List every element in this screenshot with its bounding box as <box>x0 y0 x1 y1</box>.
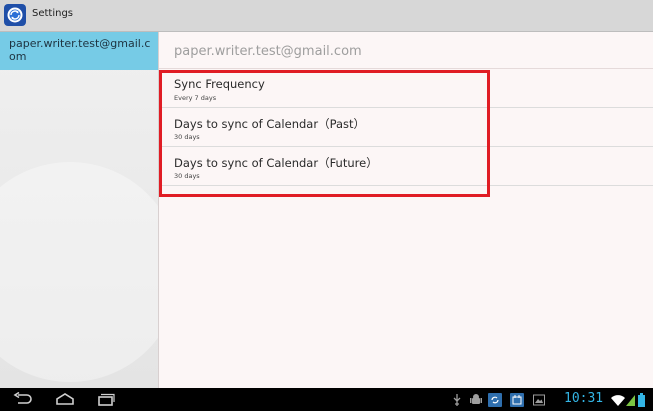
usb-icon <box>452 392 462 411</box>
account-header: paper.writer.test@gmail.com <box>174 44 362 59</box>
pref-title: Days to sync of Calendar（Past） <box>174 117 366 131</box>
pref-title: Sync Frequency <box>174 77 265 91</box>
recent-apps-icon[interactable] <box>94 392 116 407</box>
status-clock: 10:31 <box>564 391 604 406</box>
pref-calendar-past[interactable]: Days to sync of Calendar（Past） 30 days <box>159 108 653 147</box>
pref-sync-frequency[interactable]: Sync Frequency Every 7 days <box>159 69 653 108</box>
system-bar: 10:31 <box>0 388 653 411</box>
calendar-notification-icon[interactable] <box>510 392 524 411</box>
home-icon[interactable] <box>54 392 76 407</box>
signal-icon <box>626 392 636 411</box>
title-bar: Settings <box>0 0 653 32</box>
sidebar: paper.writer.test@gmail.com <box>0 32 158 388</box>
pref-summary: 30 days <box>174 133 200 141</box>
wifi-icon <box>611 392 625 411</box>
pref-calendar-future[interactable]: Days to sync of Calendar（Future） 30 days <box>159 147 653 186</box>
pref-summary: 30 days <box>174 172 200 180</box>
sync-settings-icon[interactable] <box>4 4 26 26</box>
battery-icon <box>638 392 645 411</box>
image-notification-icon[interactable] <box>533 392 545 411</box>
sync-notification-icon[interactable] <box>488 392 502 411</box>
android-debug-icon <box>470 392 482 411</box>
settings-panel: paper.writer.test@gmail.com Sync Frequen… <box>158 32 653 388</box>
pref-title: Days to sync of Calendar（Future） <box>174 156 378 170</box>
window-title: Settings <box>32 8 74 19</box>
back-icon[interactable] <box>12 391 34 407</box>
pref-summary: Every 7 days <box>174 94 217 102</box>
sidebar-background-decoration <box>0 162 158 382</box>
sidebar-item-account[interactable]: paper.writer.test@gmail.com <box>0 32 158 70</box>
